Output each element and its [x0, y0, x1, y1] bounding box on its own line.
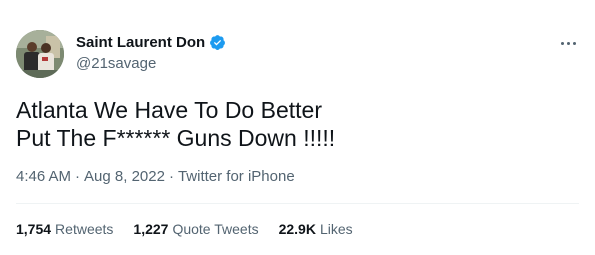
quote-tweets-stat[interactable]: 1,227 Quote Tweets: [133, 221, 258, 237]
retweets-label: Retweets: [55, 221, 114, 237]
author-name-row[interactable]: Saint Laurent Don: [76, 34, 226, 51]
more-options-button[interactable]: [556, 34, 580, 52]
quote-tweets-label: Quote Tweets: [172, 221, 259, 237]
engagement-stats: 1,754 Retweets 1,227 Quote Tweets 22.9K …: [16, 221, 353, 237]
author-display-name[interactable]: Saint Laurent Don: [76, 34, 205, 51]
avatar-photo-icon: [16, 30, 64, 78]
quote-tweets-count: 1,227: [133, 221, 169, 237]
tweet-source-link[interactable]: Twitter for iPhone: [178, 168, 295, 185]
divider: [16, 203, 579, 204]
more-horizontal-icon: [560, 41, 564, 45]
verified-check-icon: [209, 34, 226, 51]
likes-count: 22.9K: [278, 221, 316, 237]
retweets-count: 1,754: [16, 221, 52, 237]
more-horizontal-icon: [572, 41, 576, 45]
tweet-metadata: 4:46 AM · Aug 8, 2022 · Twitter for iPho…: [16, 168, 295, 185]
avatar[interactable]: [16, 30, 64, 78]
tweet-date-link[interactable]: Aug 8, 2022: [84, 168, 165, 185]
likes-label: Likes: [319, 221, 353, 237]
retweets-stat[interactable]: 1,754 Retweets: [16, 221, 113, 237]
author-handle[interactable]: @21savage: [76, 55, 156, 72]
tweet-card: Saint Laurent Don @21savage Atlanta We H…: [0, 0, 595, 255]
likes-stat[interactable]: 22.9K Likes: [279, 221, 353, 237]
tweet-text: Atlanta We Have To Do Better Put The F**…: [16, 97, 336, 151]
meta-separator: ·: [75, 168, 81, 185]
tweet-time-link[interactable]: 4:46 AM: [16, 168, 71, 185]
meta-separator: ·: [168, 168, 174, 185]
more-horizontal-icon: [566, 41, 570, 45]
